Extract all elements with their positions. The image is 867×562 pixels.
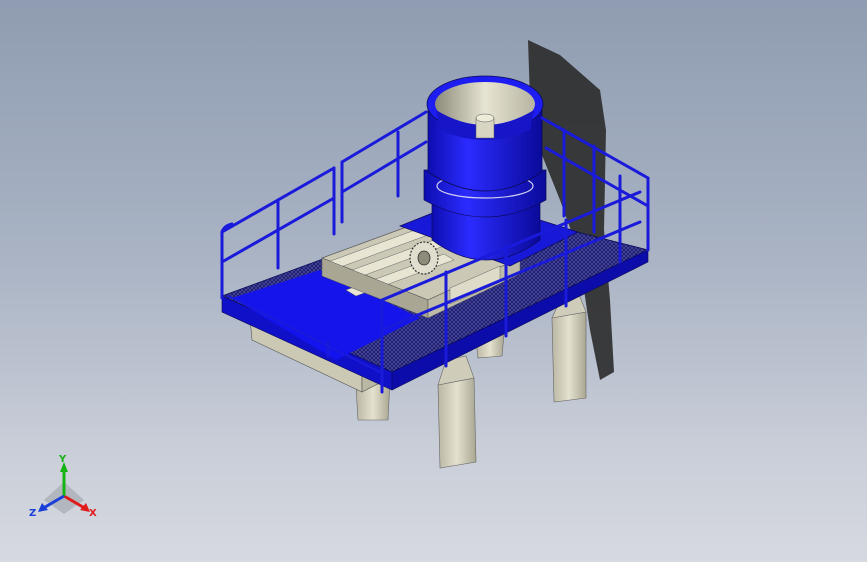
- z-axis-label: Z: [29, 508, 36, 519]
- crusher-body[interactable]: [423, 75, 547, 261]
- model-scene[interactable]: X Y Z: [0, 0, 867, 562]
- cad-viewport[interactable]: X Y Z: [0, 0, 867, 562]
- drive-gear[interactable]: [409, 241, 439, 275]
- coordinate-triad[interactable]: X Y Z: [29, 454, 97, 519]
- x-axis-label: X: [89, 508, 97, 519]
- y-axis-label: Y: [58, 454, 67, 465]
